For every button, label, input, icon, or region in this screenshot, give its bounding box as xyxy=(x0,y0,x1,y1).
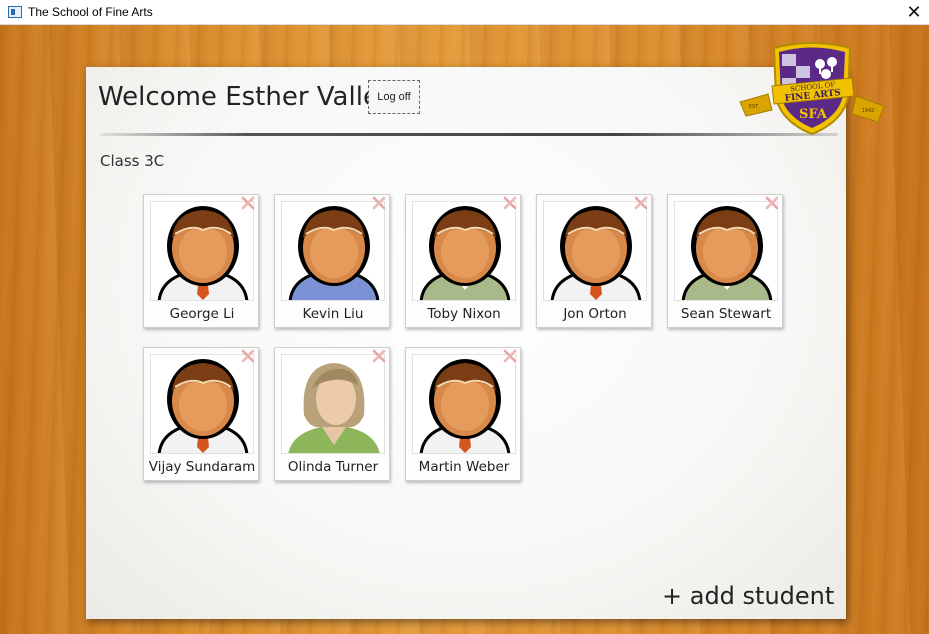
student-card[interactable]: Sean Stewart xyxy=(667,194,783,328)
student-card[interactable]: Martin Weber xyxy=(405,347,521,481)
class-name-label: Class 3C xyxy=(100,152,165,170)
header-divider xyxy=(100,133,838,136)
student-card[interactable]: Kevin Liu xyxy=(274,194,390,328)
paper-panel xyxy=(86,67,846,619)
male-white-shirt-icon xyxy=(543,201,647,301)
male-white-shirt-icon xyxy=(412,354,516,454)
student-name: Kevin Liu xyxy=(302,306,364,322)
student-name: Toby Nixon xyxy=(427,306,501,322)
window-title: The School of Fine Arts xyxy=(28,5,153,19)
student-name: Jon Orton xyxy=(563,306,627,322)
student-name: Vijay Sundaram xyxy=(148,459,256,475)
male-white-shirt-icon xyxy=(150,354,254,454)
male-blue-sweater-icon xyxy=(281,201,385,301)
crest-monogram: SFA xyxy=(799,107,828,122)
male-green-shirt-icon xyxy=(674,201,778,301)
male-green-shirt-icon xyxy=(412,201,516,301)
student-card[interactable]: George Li xyxy=(143,194,259,328)
log-off-button[interactable]: Log off xyxy=(368,80,420,114)
remove-student-icon[interactable] xyxy=(371,195,387,211)
student-name: Sean Stewart xyxy=(680,306,772,322)
male-white-shirt-icon xyxy=(150,201,254,301)
remove-student-icon[interactable] xyxy=(633,195,649,211)
remove-student-icon[interactable] xyxy=(502,348,518,364)
remove-student-icon[interactable] xyxy=(502,195,518,211)
crest-est-left: EST. xyxy=(749,104,760,110)
female-green-top-icon xyxy=(281,354,385,454)
school-crest-logo: SCHOOL OF FINE ARTS SFA EST. 1942 xyxy=(739,42,885,136)
remove-student-icon[interactable] xyxy=(764,195,780,211)
student-card[interactable]: Toby Nixon xyxy=(405,194,521,328)
app-window-icon xyxy=(8,6,22,18)
student-card[interactable]: Jon Orton xyxy=(536,194,652,328)
student-name: Martin Weber xyxy=(418,459,510,475)
add-student-button[interactable]: + add student xyxy=(662,582,834,610)
student-card[interactable]: Vijay Sundaram xyxy=(143,347,259,481)
crest-est-right: 1942 xyxy=(862,108,875,114)
remove-student-icon[interactable] xyxy=(240,195,256,211)
remove-student-icon[interactable] xyxy=(240,348,256,364)
student-card[interactable]: Olinda Turner xyxy=(274,347,390,481)
close-button[interactable]: ✕ xyxy=(899,0,929,25)
student-name: George Li xyxy=(169,306,235,322)
student-name: Olinda Turner xyxy=(287,459,379,475)
welcome-heading: Welcome Esther Valle! xyxy=(98,82,390,112)
remove-student-icon[interactable] xyxy=(371,348,387,364)
title-bar: The School of Fine Arts ✕ xyxy=(0,0,929,25)
